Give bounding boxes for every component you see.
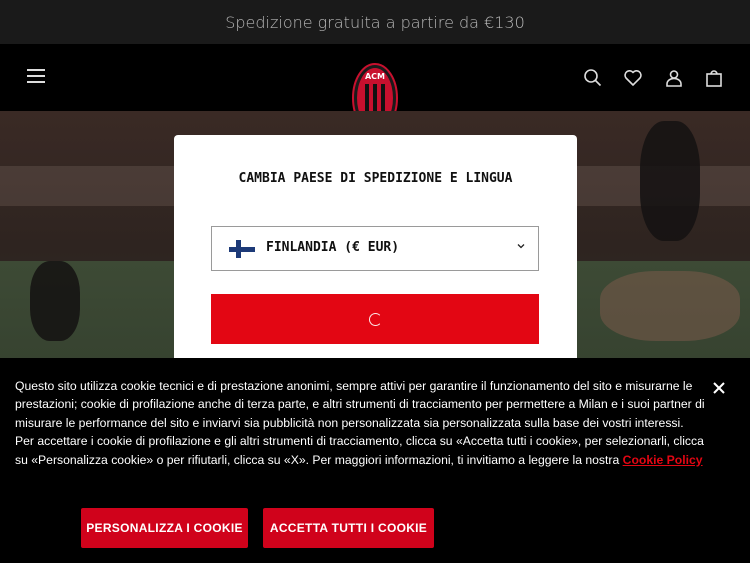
announcement-text: Spedizione gratuita a partire da €130 <box>225 12 525 32</box>
heart-icon[interactable] <box>623 68 643 88</box>
country-selector-modal: CAMBIA PAESE DI SPEDIZIONE E LINGUA FINL… <box>174 135 577 375</box>
confirm-button[interactable] <box>211 294 539 344</box>
player-silhouette <box>30 261 80 341</box>
finland-flag-icon <box>229 240 255 258</box>
cart-icon[interactable] <box>704 68 724 88</box>
svg-text:ACM: ACM <box>365 72 385 81</box>
close-icon[interactable] <box>711 380 727 396</box>
loading-spinner-icon <box>369 313 382 326</box>
personalize-cookies-button[interactable]: PERSONALIZZA I COOKIE <box>81 508 248 548</box>
site-header: ACM 1899 <box>0 44 750 133</box>
country-select[interactable]: FINLANDIA (€ EUR) <box>211 226 539 271</box>
menu-icon[interactable] <box>27 69 45 83</box>
player-arm <box>600 271 740 341</box>
accept-all-cookies-button[interactable]: ACCETTA TUTTI I COOKIE <box>263 508 434 548</box>
cookie-banner: Questo sito utilizza cookie tecnici e di… <box>0 358 750 563</box>
search-icon[interactable] <box>583 68 603 88</box>
player-silhouette <box>640 121 700 241</box>
chevron-down-icon <box>517 244 525 249</box>
cookie-text: Questo sito utilizza cookie tecnici e di… <box>15 377 705 469</box>
user-icon[interactable] <box>664 68 684 88</box>
announcement-bar: Spedizione gratuita a partire da €130 <box>0 0 750 44</box>
cookie-policy-link[interactable]: Cookie Policy <box>623 453 703 467</box>
selected-country: FINLANDIA (€ EUR) <box>266 240 400 255</box>
modal-title: CAMBIA PAESE DI SPEDIZIONE E LINGUA <box>238 171 513 186</box>
cookie-body: Questo sito utilizza cookie tecnici e di… <box>15 379 705 467</box>
